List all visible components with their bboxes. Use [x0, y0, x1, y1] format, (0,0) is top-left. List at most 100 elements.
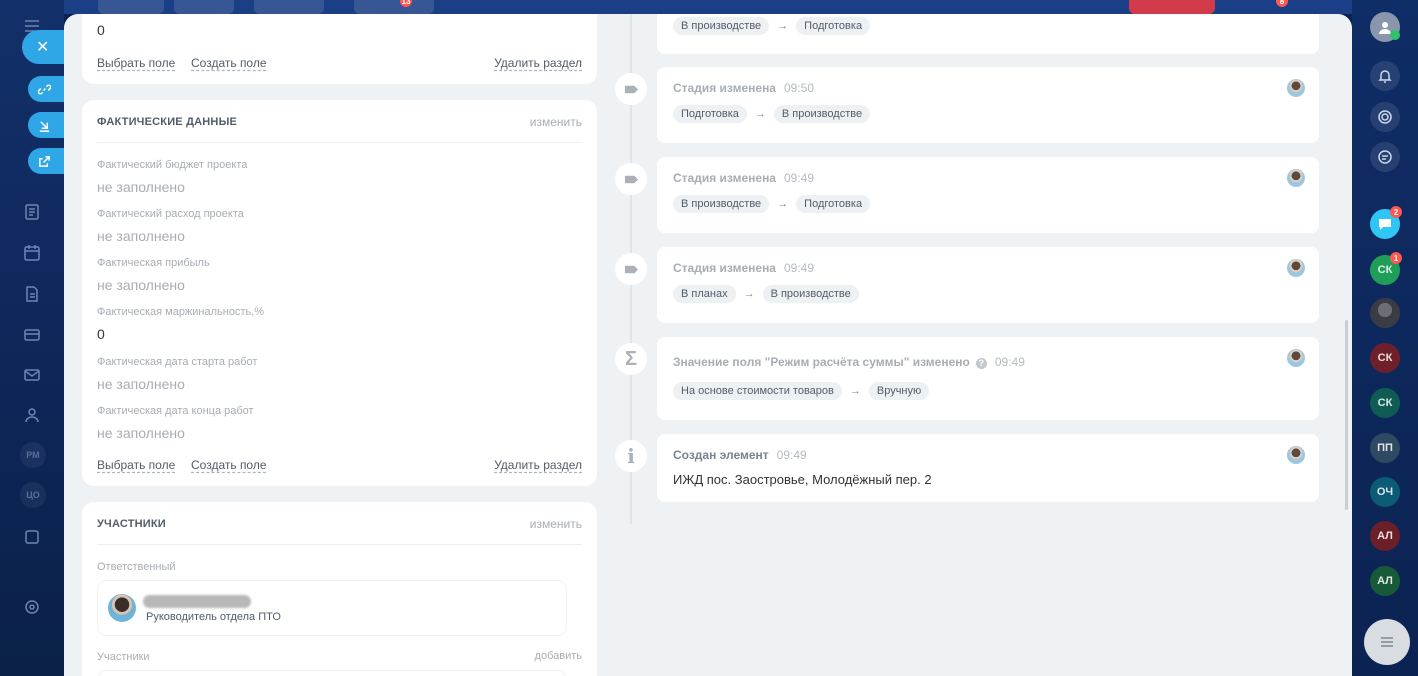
field-label-actual-profit: Фактическая прибыль: [97, 257, 210, 269]
entity-detail-panel: 0 Выбрать поле Создать поле Удалить разд…: [64, 14, 1352, 676]
contact-avatar[interactable]: СК: [1370, 388, 1400, 418]
tag-icon: [615, 253, 647, 285]
list-menu-button[interactable]: [1364, 619, 1410, 665]
timeline-title: Значение поля "Режим расчёта суммы" изме…: [673, 355, 970, 369]
link-icon: [38, 84, 51, 94]
avatar[interactable]: [1287, 79, 1305, 97]
field-label-actual-budget: Фактический бюджет проекта: [97, 159, 248, 171]
timeline-item-stage-change: Стадия изменена 09:49 В планах → В произв…: [657, 247, 1319, 323]
field-label-actual-margin: Фактическая маржинальность,%: [97, 306, 265, 318]
field-label-actual-start-date: Фактическая дата старта работ: [97, 356, 258, 368]
list-icon: [1381, 637, 1393, 647]
field-value-actual-end-date[interactable]: не заполнено: [97, 425, 185, 441]
contact-avatar[interactable]: ОЧ: [1370, 477, 1400, 507]
arrow-icon: →: [754, 108, 766, 120]
select-field-link[interactable]: Выбрать поле: [97, 56, 175, 70]
field-value-actual-profit[interactable]: не заполнено: [97, 277, 185, 293]
sigma-icon: Σ: [615, 343, 647, 375]
nav-item-co[interactable]: ЦО: [20, 482, 46, 508]
field-value: 0: [97, 22, 105, 38]
file-icon[interactable]: [22, 284, 42, 304]
field-value-actual-budget[interactable]: не заполнено: [97, 179, 185, 195]
mail-icon[interactable]: [22, 365, 42, 385]
create-field-link[interactable]: Создать поле: [191, 56, 267, 70]
open-external-icon: [39, 155, 50, 167]
download-icon: [39, 120, 50, 132]
timeline-title: Стадия изменена: [673, 81, 776, 95]
tag-icon: [615, 73, 647, 105]
timeline-time: 09:49: [994, 355, 1025, 369]
responsible-label: Ответственный: [97, 561, 176, 573]
contact-avatar[interactable]: АЛ: [1370, 521, 1400, 551]
section-edit-link[interactable]: изменить: [530, 115, 582, 129]
card-icon[interactable]: [22, 325, 42, 345]
contact-avatar[interactable]: СК 1: [1370, 252, 1402, 285]
user-role: Руководитель отдела ПТО: [146, 611, 281, 623]
timeline-item-field-change: Значение поля "Режим расчёта суммы" изме…: [657, 337, 1319, 420]
field-value-actual-start-date[interactable]: не заполнено: [97, 376, 185, 392]
user-avatar[interactable]: [1370, 12, 1400, 42]
open-new-window-button[interactable]: [28, 148, 64, 174]
chat-icon[interactable]: [1370, 142, 1400, 172]
field-value-actual-margin[interactable]: 0: [97, 326, 105, 342]
created-element-name[interactable]: ИЖД пос. Заостровье, Молодёжный пер. 2: [673, 472, 932, 487]
nav-item-rm[interactable]: РМ: [20, 442, 46, 468]
arrow-icon: →: [777, 20, 789, 32]
value-tag-to: Вручную: [868, 382, 930, 400]
delete-section-link[interactable]: Удалить раздел: [494, 458, 582, 472]
contact-avatar[interactable]: ПП: [1370, 433, 1400, 463]
participants-label: Участники: [97, 651, 150, 663]
avatar[interactable]: [1287, 169, 1305, 187]
timeline-title: Стадия изменена: [673, 261, 776, 275]
stage-tag-from: В производстве: [673, 17, 770, 35]
chat-badge: 2: [1390, 206, 1402, 218]
help-icon[interactable]: ?: [975, 358, 987, 369]
section-edit-link[interactable]: изменить: [530, 517, 582, 531]
add-participant-link[interactable]: добавить: [535, 650, 582, 662]
info-icon: i: [615, 440, 647, 472]
field-label-actual-end-date: Фактическая дата конца работ: [97, 405, 254, 417]
grid-icon[interactable]: [22, 527, 42, 547]
stage-tag-to: Подготовка: [796, 195, 871, 213]
download-button[interactable]: [28, 112, 64, 138]
close-slider-button[interactable]: ✕: [22, 30, 70, 64]
contact-avatar[interactable]: АЛ: [1370, 566, 1400, 596]
messenger-icon[interactable]: 2: [1370, 206, 1402, 239]
document-icon[interactable]: [22, 202, 42, 222]
top-badge-2: 8: [1276, 0, 1288, 7]
bell-icon[interactable]: [1370, 61, 1400, 91]
timeline-item-stage-change: Стадия изменена 09:50 Подготовка → В прои…: [657, 67, 1319, 143]
settings-icon[interactable]: [22, 597, 42, 617]
calendar-icon[interactable]: [22, 243, 42, 263]
close-icon: ✕: [36, 39, 50, 56]
stage-tag-from: Подготовка: [673, 105, 747, 123]
top-header-bar: 13 8: [64, 0, 1354, 14]
arrow-icon: →: [849, 385, 861, 397]
timeline-title: Стадия изменена: [673, 171, 776, 185]
stage-tag-from: В планах: [673, 285, 736, 303]
participants-box[interactable]: [97, 670, 567, 676]
target-icon[interactable]: [1370, 102, 1400, 132]
contact-avatar-photo[interactable]: [1370, 298, 1400, 328]
create-field-link[interactable]: Создать поле: [191, 458, 267, 472]
contact-avatar[interactable]: СК: [1370, 343, 1400, 373]
delete-section-link[interactable]: Удалить раздел: [494, 56, 582, 70]
avatar[interactable]: [1287, 446, 1305, 464]
stage-tag-to: В производстве: [762, 285, 859, 303]
copy-link-button[interactable]: [28, 76, 64, 102]
scrollbar[interactable]: [1345, 320, 1348, 510]
field-value-actual-expense[interactable]: не заполнено: [97, 228, 185, 244]
section-divider: [97, 142, 582, 143]
section-title: ФАКТИЧЕСКИЕ ДАННЫЕ: [97, 116, 238, 128]
contact-badge: 1: [1390, 252, 1402, 264]
section-participants-card: УЧАСТНИКИ изменить Ответственный Руковод…: [82, 502, 597, 676]
avatar[interactable]: [1287, 259, 1305, 277]
avatar[interactable]: [1287, 349, 1305, 367]
select-field-link[interactable]: Выбрать поле: [97, 458, 175, 472]
users-icon[interactable]: [22, 405, 42, 425]
responsible-user-card[interactable]: Руководитель отдела ПТО: [97, 580, 567, 636]
arrow-icon: →: [777, 198, 789, 210]
timeline-item-stage-change: В производстве → Подготовка: [657, 14, 1319, 54]
timeline-item-created: Создан элемент 09:49 ИЖД пос. Заостровье,…: [657, 434, 1319, 502]
value-tag-from: На основе стоимости товаров: [673, 382, 842, 400]
